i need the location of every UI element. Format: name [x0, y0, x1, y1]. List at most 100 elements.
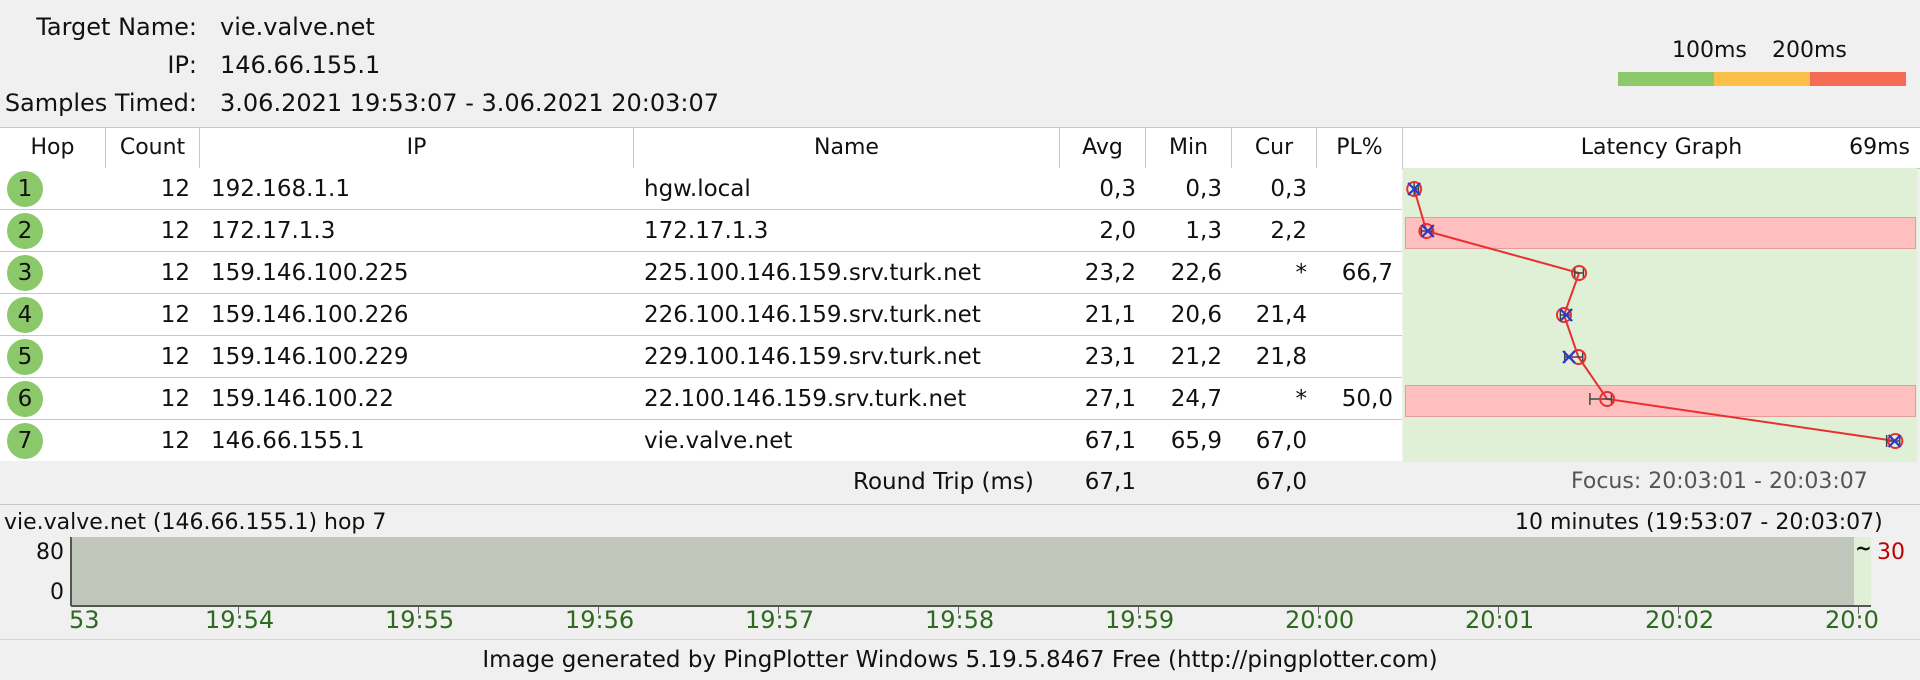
pl-cell: [1317, 294, 1393, 336]
name-cell: 225.100.146.159.srv.turk.net: [644, 260, 981, 286]
cur-cell: 2,2: [1270, 218, 1307, 244]
timeline-graph[interactable]: [71, 537, 1854, 606]
round-trip-row: Round Trip (ms) 67,1 67,0 Focus: 20:03:0…: [0, 462, 1920, 505]
latency-marker[interactable]: [1589, 391, 1616, 407]
latency-marker[interactable]: [1418, 223, 1435, 239]
avg-cell: 23,1: [1084, 344, 1136, 370]
column-header-avg[interactable]: Avg: [1060, 128, 1146, 168]
timeline-x-label: 53: [69, 606, 100, 634]
pl-cell: [1317, 420, 1393, 462]
round-trip-avg: 67,1: [1084, 469, 1136, 495]
timeline-y-axis: [70, 537, 72, 606]
name-cell: vie.valve.net: [644, 428, 793, 454]
scale-bar-green: [1618, 72, 1714, 86]
hop-number: 5: [7, 339, 43, 375]
avg-cell: 23,2: [1084, 260, 1136, 286]
name-cell: 226.100.146.159.srv.turk.net: [644, 302, 981, 328]
footer-credit: Image generated by PingPlotter Windows 5…: [0, 639, 1920, 680]
target-header: Target Name: vie.valve.net IP: 146.66.15…: [0, 0, 1920, 127]
latency-marker[interactable]: [1406, 181, 1423, 197]
latency-graph-max: 69ms: [1849, 135, 1910, 160]
column-header-count[interactable]: Count: [106, 128, 200, 168]
pl-cell: [1317, 168, 1393, 210]
hop-number: 7: [7, 423, 43, 459]
latency-trend-line: [1413, 188, 1896, 442]
timeline-x-label: 19:58: [925, 606, 995, 634]
target-name-label: Target Name:: [36, 13, 197, 41]
avg-cell: 2,0: [1099, 218, 1136, 244]
round-trip-cur: 67,0: [1255, 469, 1307, 495]
name-cell: hgw.local: [644, 176, 751, 202]
pl-cell: 50,0: [1341, 386, 1393, 412]
ip-cell: 159.146.100.226: [211, 302, 409, 328]
latency-graph-title: Latency Graph: [1580, 135, 1743, 160]
timeline-x-label: 19:57: [745, 606, 815, 634]
timeline-y-min: 0: [50, 580, 64, 605]
cur-cell: *: [1295, 260, 1308, 286]
avg-cell: 27,1: [1084, 386, 1136, 412]
avg-cell: 21,1: [1084, 302, 1136, 328]
scale-200ms-label: 200ms: [1772, 38, 1847, 63]
column-header-ip[interactable]: IP: [200, 128, 634, 168]
ip-label: IP:: [167, 51, 197, 79]
latency-graph[interactable]: [1403, 168, 1920, 462]
hop-number: 1: [7, 171, 43, 207]
count-cell: 12: [160, 176, 190, 202]
avg-cell: 0,3: [1099, 176, 1136, 202]
column-header-name[interactable]: Name: [634, 128, 1060, 168]
timeline-x-label: 20:0: [1825, 606, 1879, 634]
pl-cell: [1317, 336, 1393, 378]
scale-100ms-label: 100ms: [1672, 38, 1747, 63]
column-header-hop[interactable]: Hop: [0, 128, 106, 168]
min-cell: 21,2: [1170, 344, 1222, 370]
column-header-pl[interactable]: PL%: [1317, 128, 1403, 168]
scale-bar-red: [1810, 72, 1906, 86]
name-cell: 229.100.146.159.srv.turk.net: [644, 344, 981, 370]
timeline-x-label: 19:56: [565, 606, 635, 634]
ip-value: 146.66.155.1: [220, 51, 381, 79]
ip-cell: 192.168.1.1: [211, 176, 350, 202]
column-header-latency-graph[interactable]: Latency Graph 69ms: [1403, 128, 1920, 168]
cur-cell: 67,0: [1255, 428, 1307, 454]
round-trip-label: Round Trip (ms): [853, 469, 1034, 495]
hop-number: 4: [7, 297, 43, 333]
cur-cell: *: [1295, 386, 1308, 412]
timeline-x-label: 19:59: [1105, 606, 1175, 634]
timeline-range: 10 minutes (19:53:07 - 20:03:07): [1515, 510, 1883, 535]
timeline-x-label: 20:02: [1645, 606, 1715, 634]
scale-bar-yellow: [1714, 72, 1810, 86]
count-cell: 12: [160, 302, 190, 328]
samples-timed-value: 3.06.2021 19:53:07 - 3.06.2021 20:03:07: [220, 89, 720, 117]
column-header-cur[interactable]: Cur: [1232, 128, 1317, 168]
min-cell: 1,3: [1185, 218, 1222, 244]
latency-marker[interactable]: [1562, 349, 1587, 365]
timeline-y-max: 80: [36, 540, 64, 565]
count-cell: 12: [160, 428, 190, 454]
focus-range: Focus: 20:03:01 - 20:03:07: [1571, 469, 1868, 494]
latency-marker[interactable]: [1555, 307, 1573, 323]
ip-cell: 159.146.100.229: [211, 344, 409, 370]
samples-timed-label: Samples Timed:: [4, 89, 197, 117]
timeline-x-label: 20:00: [1285, 606, 1355, 634]
name-cell: 22.100.146.159.srv.turk.net: [644, 386, 967, 412]
name-cell: 172.17.1.3: [644, 218, 769, 244]
column-header-min[interactable]: Min: [1146, 128, 1232, 168]
hop-number: 3: [7, 255, 43, 291]
timeline-x-label: 19:55: [385, 606, 455, 634]
pl-cell: 66,7: [1341, 260, 1393, 286]
timeline-x-label: 19:54: [205, 606, 275, 634]
hop-number: 2: [7, 213, 43, 249]
min-cell: 0,3: [1185, 176, 1222, 202]
count-cell: 12: [160, 344, 190, 370]
count-cell: 12: [160, 260, 190, 286]
avg-cell: 67,1: [1084, 428, 1136, 454]
timeline-x-label: 20:01: [1465, 606, 1535, 634]
timeline-marker-icon: ~: [1855, 536, 1872, 560]
latency-marker[interactable]: [1885, 433, 1904, 449]
ip-cell: 159.146.100.225: [211, 260, 409, 286]
count-cell: 12: [160, 386, 190, 412]
latency-marker[interactable]: [1571, 265, 1588, 281]
cur-cell: 0,3: [1270, 176, 1307, 202]
cur-cell: 21,8: [1255, 344, 1307, 370]
timeline-title: vie.valve.net (146.66.155.1) hop 7: [4, 510, 387, 535]
